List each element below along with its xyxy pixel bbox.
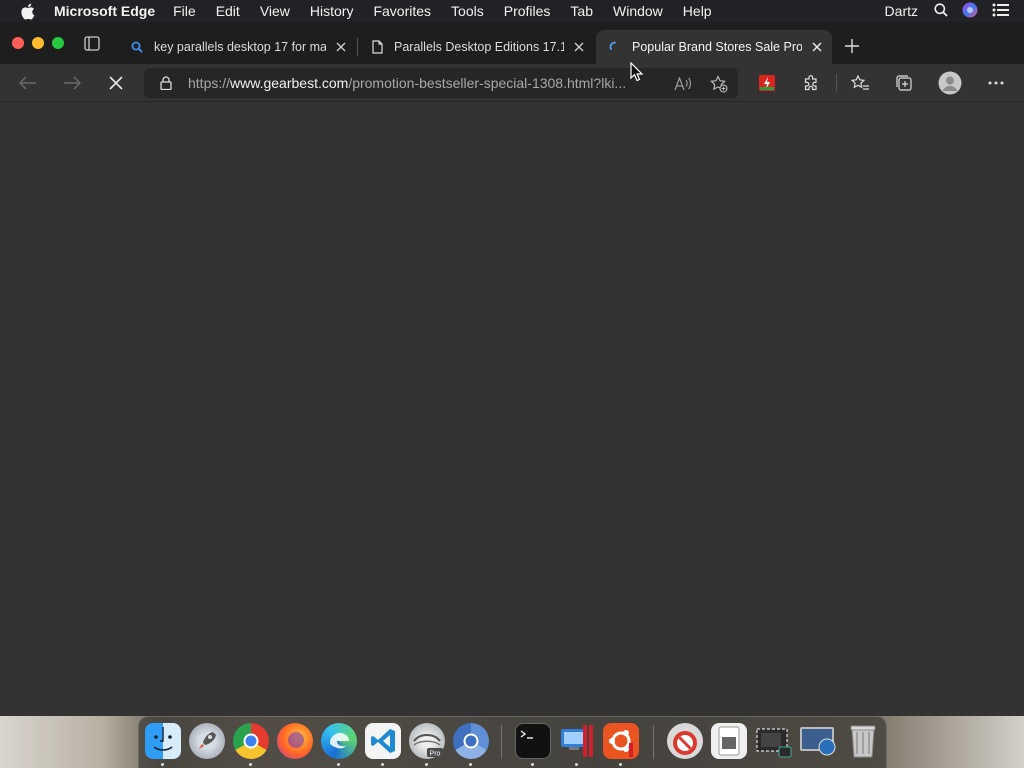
read-aloud-icon[interactable] xyxy=(674,75,692,93)
menu-tools[interactable]: Tools xyxy=(451,3,484,19)
menu-file[interactable]: File xyxy=(173,3,196,19)
tab-search-result[interactable]: key parallels desktop 17 for mac xyxy=(118,30,356,64)
tab-title: key parallels desktop 17 for mac xyxy=(154,40,326,54)
mouse-cursor-icon xyxy=(630,61,644,82)
page-content-area[interactable] xyxy=(0,102,1024,716)
tab-close-icon[interactable] xyxy=(810,40,824,54)
back-arrow-icon[interactable] xyxy=(18,73,38,93)
profile-avatar-icon[interactable] xyxy=(938,71,962,95)
ubuntu-icon[interactable] xyxy=(603,723,639,759)
new-tab-plus-icon[interactable] xyxy=(842,36,862,56)
url-scheme: https:// xyxy=(188,75,231,91)
tab-close-icon[interactable] xyxy=(334,40,348,54)
apple-icon[interactable] xyxy=(18,2,36,20)
tab-title: Popular Brand Stores Sale Promotion xyxy=(632,40,802,54)
collections-icon[interactable] xyxy=(894,73,914,93)
window-close-button[interactable] xyxy=(12,37,24,49)
browser-toolbar: https://www.gearbest.com/promotion-bests… xyxy=(0,64,1024,102)
screenshot-tool-icon[interactable] xyxy=(755,723,792,759)
add-favorite-star-icon[interactable] xyxy=(710,75,728,93)
menu-bar: Microsoft Edge File Edit View History Fa… xyxy=(0,0,1024,22)
preview-document-icon[interactable] xyxy=(711,723,747,759)
dock-separator xyxy=(501,725,502,759)
firefox-icon[interactable] xyxy=(277,723,313,759)
loading-spinner-icon xyxy=(608,40,622,54)
document-icon xyxy=(370,40,384,54)
running-indicator xyxy=(575,763,578,766)
finder-icon[interactable] xyxy=(145,723,181,759)
restricted-sign-icon[interactable] xyxy=(667,723,703,759)
dock-separator xyxy=(653,725,654,759)
chromium-icon[interactable] xyxy=(453,723,489,759)
running-indicator xyxy=(531,763,534,766)
menu-help[interactable]: Help xyxy=(683,3,712,19)
menu-window[interactable]: Window xyxy=(613,3,663,19)
url-host: www.gearbest.com xyxy=(230,75,349,91)
chrome-icon[interactable] xyxy=(233,723,269,759)
launchpad-rocket-icon[interactable] xyxy=(189,723,225,759)
terminal-icon[interactable] xyxy=(515,723,551,759)
window-maximize-button[interactable] xyxy=(52,37,64,49)
trash-icon[interactable] xyxy=(845,723,881,759)
menu-history[interactable]: History xyxy=(310,3,354,19)
siri-icon[interactable] xyxy=(962,2,978,21)
running-indicator xyxy=(337,763,340,766)
window-minimize-button[interactable] xyxy=(32,37,44,49)
menubar-status-area: Dartz xyxy=(885,0,1024,22)
menu-view[interactable]: View xyxy=(260,3,290,19)
tab-actions-icon[interactable] xyxy=(84,36,102,52)
tab-parallels-editions[interactable]: Parallels Desktop Editions 17.1 xyxy=(358,30,594,64)
toolbar-separator xyxy=(836,74,837,92)
extensions-puzzle-icon[interactable] xyxy=(801,73,821,93)
app-name-menu[interactable]: Microsoft Edge xyxy=(54,3,155,19)
lock-icon[interactable] xyxy=(158,75,174,91)
running-indicator xyxy=(161,763,164,766)
address-bar[interactable]: https://www.gearbest.com/promotion-bests… xyxy=(144,68,738,98)
menu-profiles[interactable]: Profiles xyxy=(504,3,551,19)
vscode-icon[interactable] xyxy=(365,723,401,759)
control-center-icon[interactable] xyxy=(992,3,1010,20)
network-utility-icon[interactable] xyxy=(799,723,836,759)
dock: Pro xyxy=(138,716,887,768)
tab-active-gearbest[interactable]: Popular Brand Stores Sale Promotion xyxy=(596,30,832,64)
stop-loading-icon[interactable] xyxy=(106,73,126,93)
search-icon xyxy=(130,40,144,54)
menu-edit[interactable]: Edit xyxy=(216,3,240,19)
more-options-ellipsis-icon[interactable] xyxy=(986,73,1006,93)
running-indicator xyxy=(469,763,472,766)
favorites-star-list-icon[interactable] xyxy=(850,73,870,93)
pro-badge-label: Pro xyxy=(430,751,441,758)
menu-tab[interactable]: Tab xyxy=(570,3,593,19)
tab-title: Parallels Desktop Editions 17.1 xyxy=(394,40,564,54)
user-name-menu[interactable]: Dartz xyxy=(885,3,918,19)
menu-favorites[interactable]: Favorites xyxy=(373,3,431,19)
parallels-desktop-icon[interactable] xyxy=(559,723,595,759)
running-indicator xyxy=(619,763,622,766)
edge-icon[interactable] xyxy=(321,723,357,759)
spotlight-search-icon[interactable] xyxy=(934,2,948,20)
forward-arrow-icon[interactable] xyxy=(62,73,82,93)
running-indicator xyxy=(381,763,384,766)
tab-close-icon[interactable] xyxy=(572,40,586,54)
running-indicator xyxy=(425,763,428,766)
extension-flash-icon[interactable] xyxy=(757,73,777,93)
tab-strip: key parallels desktop 17 for mac Paralle… xyxy=(0,22,1024,64)
url-text[interactable]: https://www.gearbest.com/promotion-bests… xyxy=(188,75,658,91)
running-indicator xyxy=(249,763,252,766)
pro-app-icon[interactable]: Pro xyxy=(409,723,445,759)
url-path: /promotion-bestseller-special-1308.html?… xyxy=(348,75,627,91)
browser-window: key parallels desktop 17 for mac Paralle… xyxy=(0,22,1024,716)
